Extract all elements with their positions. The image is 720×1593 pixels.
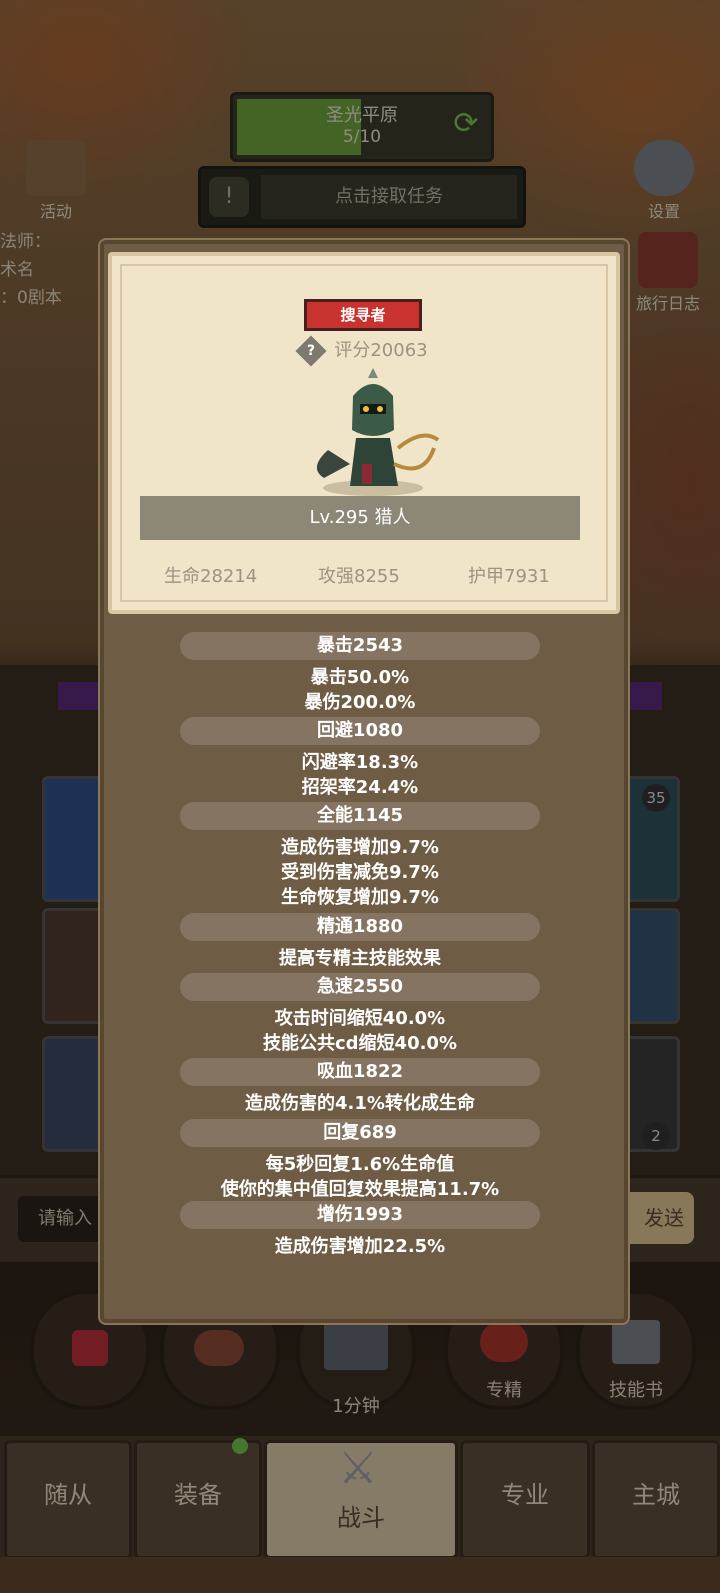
- stat-line: 暴击50.0%: [310, 667, 410, 688]
- hero-card: 搜寻者 ? 评分20063 Lv.295 猎人 生命28214 攻强8255 护甲…: [108, 252, 620, 614]
- hp-stat: 生命28214: [164, 566, 258, 587]
- help-icon[interactable]: ?: [295, 335, 327, 367]
- stat-header: 回避1080: [180, 717, 540, 745]
- stat-header: 回复689: [180, 1119, 540, 1147]
- stat-line: 招架率24.4%: [301, 777, 419, 798]
- stat-line: 造成伤害增加9.7%: [281, 837, 439, 858]
- stat-header: 吸血1822: [180, 1058, 540, 1086]
- stat-line: 生命恢复增加9.7%: [281, 887, 439, 908]
- score-row: ? 评分20063: [112, 335, 616, 367]
- stat-header: 增伤1993: [180, 1201, 540, 1229]
- stat-line: 暴伤200.0%: [304, 692, 416, 713]
- stat-header: 精通1880: [180, 913, 540, 941]
- stat-line: 造成伤害增加22.5%: [274, 1236, 446, 1257]
- armor-stat: 护甲7931: [468, 566, 550, 587]
- attack-stat: 攻强8255: [318, 566, 400, 587]
- stat-line: 使你的集中值回复效果提高11.7%: [220, 1179, 500, 1200]
- stat-line: 闪避率18.3%: [301, 752, 419, 773]
- stat-line: 攻击时间缩短40.0%: [274, 1008, 446, 1029]
- stat-line: 造成伤害的4.1%转化成生命: [245, 1093, 475, 1114]
- stat-header: 急速2550: [180, 973, 540, 1001]
- stat-line: 每5秒回复1.6%生命值: [265, 1154, 455, 1175]
- level-class-bar: Lv.295 猎人: [140, 496, 580, 540]
- score-text: 评分20063: [334, 340, 428, 361]
- stat-line: 提高专精主技能效果: [279, 948, 441, 969]
- stat-header: 全能1145: [180, 802, 540, 830]
- hunter-portrait: [316, 368, 440, 496]
- stat-header: 暴击2543: [180, 632, 540, 660]
- title-tag: 搜寻者: [304, 299, 422, 331]
- stat-line: 技能公共cd缩短40.0%: [262, 1033, 457, 1054]
- stat-line: 受到伤害减免9.7%: [281, 862, 439, 883]
